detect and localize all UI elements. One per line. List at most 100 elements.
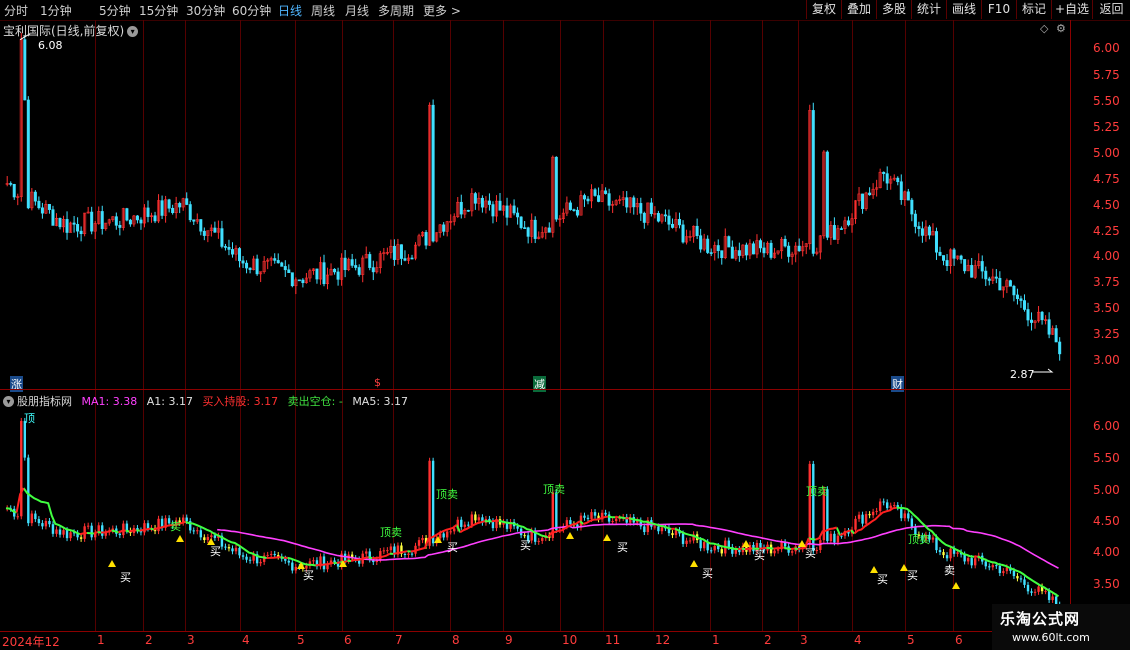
indicator-bar [660, 527, 664, 532]
tf-more[interactable]: 更多 > [423, 2, 461, 19]
chevron-down-icon[interactable]: ▾ [3, 396, 14, 407]
adjust-button[interactable]: 复权 [806, 0, 841, 19]
indicator-bar [590, 512, 593, 519]
tf-30min[interactable]: 30分钟 [186, 2, 225, 19]
candle-body [846, 220, 850, 226]
indicator-chart[interactable] [0, 391, 1070, 631]
indicator-bar [643, 526, 646, 533]
indicator-bar [541, 538, 544, 541]
candle-body [498, 200, 502, 211]
candle-body [656, 213, 660, 222]
indicator-bar [974, 558, 977, 566]
diamond-icon[interactable]: ◇ [1040, 22, 1048, 35]
chevron-down-icon[interactable]: ▾ [127, 26, 139, 37]
tf-daily[interactable]: 日线 [278, 2, 302, 19]
indicator-tick-label: 5.50 [1093, 451, 1120, 465]
candle-body [762, 247, 766, 254]
candle-body [945, 260, 949, 267]
panel-divider[interactable] [0, 389, 1070, 390]
indicator-bar [938, 550, 942, 553]
indicator-tick-label: 6.00 [1093, 419, 1120, 433]
tf-weekly[interactable]: 周线 [311, 2, 335, 19]
candle-body [297, 279, 301, 282]
indicator-bar [79, 537, 83, 539]
indicator-bar [935, 537, 938, 551]
candle-body [1047, 319, 1051, 335]
date-label: 11 [605, 633, 621, 647]
indicator-bar [1023, 579, 1026, 585]
candle-body [90, 211, 94, 232]
ma1-value: MA1: 3.38 [81, 395, 138, 408]
indicator-bar [537, 540, 540, 542]
date-label: 7 [395, 633, 403, 647]
top-sell-label: 顶卖 [543, 483, 565, 496]
indicator-bar [583, 515, 586, 518]
marker-dollar[interactable]: $ [374, 376, 381, 389]
indicator-bar [365, 551, 368, 554]
indicator-bar [259, 561, 262, 564]
f10-button[interactable]: F10 [981, 0, 1016, 19]
candle-body [625, 197, 629, 208]
indicator-bar [966, 558, 970, 562]
candle-body [649, 202, 653, 214]
add-watchlist-button[interactable]: +自选 [1051, 0, 1092, 19]
back-button[interactable]: 返回 [1092, 0, 1130, 19]
indicator-bar [199, 530, 202, 538]
tf-60min[interactable]: 60分钟 [232, 2, 271, 19]
candle-body [1008, 280, 1012, 287]
indicator-bar [1030, 591, 1033, 593]
top-sell-label: 顶卖 [380, 526, 402, 539]
candle-body [730, 246, 734, 259]
indicator-bar [224, 546, 227, 548]
candle-body [283, 266, 287, 271]
buy-signal-label: 买 [617, 541, 628, 554]
indicator-bar [516, 526, 519, 529]
low-price-label: 2.87 [1010, 368, 1035, 381]
candle-body [40, 207, 44, 214]
main-kline-panel[interactable]: 宝利国际(日线,前复权) ▾ ◇ ⚙ 6.08 2.87 涨 $ 减 财 [0, 20, 1070, 392]
mark-button[interactable]: 标记 [1016, 0, 1051, 19]
price-tick-label: 5.75 [1093, 68, 1120, 82]
overlay-button[interactable]: 叠加 [841, 0, 876, 19]
price-axis[interactable] [1070, 20, 1130, 631]
tf-multi[interactable]: 多周期 [378, 2, 414, 19]
candle-body [1015, 294, 1019, 299]
stats-button[interactable]: 统计 [911, 0, 946, 19]
settings-icon[interactable]: ⚙ [1056, 22, 1066, 35]
kline-chart[interactable] [0, 20, 1070, 390]
candle-body [192, 219, 196, 222]
tf-1min[interactable]: 1分钟 [40, 2, 72, 19]
ma5-value: MA5: 3.17 [352, 395, 409, 408]
indicator-bar [125, 523, 129, 531]
indicator-tick-label: 4.00 [1093, 545, 1120, 559]
indicator-bar [48, 520, 51, 525]
multi-stock-button[interactable]: 多股 [876, 0, 911, 19]
candle-body [125, 208, 129, 221]
indicator-bar [389, 546, 393, 551]
indicator-bar [62, 530, 65, 535]
indicator-bar [681, 533, 685, 544]
indicator-bar [284, 558, 287, 561]
tf-15min[interactable]: 15分钟 [139, 2, 178, 19]
candle-body [392, 245, 396, 260]
ma5-down-line [5, 487, 1060, 598]
indicator-bar [241, 555, 245, 557]
candle-body [678, 219, 682, 226]
candle-body [758, 240, 762, 249]
tf-monthly[interactable]: 月线 [345, 2, 369, 19]
draw-button[interactable]: 画线 [946, 0, 981, 19]
candle-body [554, 156, 558, 220]
candle-body [1030, 319, 1034, 323]
indicator-bar [37, 519, 41, 524]
candle-body [582, 195, 586, 200]
indicator-legend: ▾ 股朋指标网 MA1: 3.38 A1: 3.17 买入持股: 3.17 卖出空… [3, 393, 408, 409]
date-label: 9 [505, 633, 513, 647]
indicator-bar [203, 537, 206, 540]
candle-body [797, 245, 801, 252]
candle-body [1019, 298, 1023, 301]
indicator-panel[interactable]: ▾ 股朋指标网 MA1: 3.38 A1: 3.17 买入持股: 3.17 卖出空… [0, 391, 1070, 631]
indicator-bar [555, 492, 558, 531]
tf-5min[interactable]: 5分钟 [99, 2, 131, 19]
tf-minute[interactable]: 分时 [4, 2, 28, 19]
candle-body [58, 217, 62, 228]
